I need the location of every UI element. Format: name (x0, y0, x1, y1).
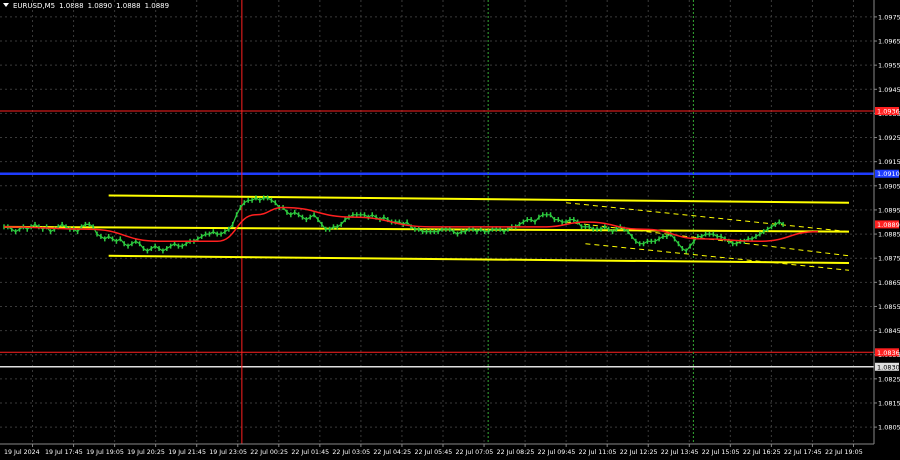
time-tick-label: 22 Jul 19:05 (825, 449, 863, 456)
price-tick-label: 1.0955 (878, 62, 900, 70)
time-tick-label: 22 Jul 05:45 (414, 449, 452, 456)
price-tick-label: 1.0865 (878, 279, 900, 287)
time-tick-label: 22 Jul 17:45 (784, 449, 822, 456)
dashed-trend-lower (585, 243, 850, 271)
channel-upper (108, 194, 850, 204)
time-tick-label: 22 Jul 08:25 (497, 449, 535, 456)
axis-frame (0, 0, 875, 445)
price-chart[interactable]: 1.09751.09651.09551.09451.09351.09251.09… (0, 0, 900, 460)
price-tick-label: 1.0885 (878, 231, 900, 239)
level-badge-label-red_top: 1.0936 (877, 108, 900, 116)
time-tick-label: 19 Jul 21:45 (168, 449, 206, 456)
price-line (4, 197, 784, 252)
time-tick-label: 22 Jul 16:25 (743, 449, 781, 456)
price-axis: 1.09751.09651.09551.09451.09351.09251.09… (874, 13, 900, 432)
time-tick-label: 22 Jul 15:05 (702, 449, 740, 456)
price-tick-label: 1.0895 (878, 206, 900, 214)
chart-grid (0, 0, 874, 444)
level-badge-label-blue: 1.0910 (877, 170, 900, 178)
price-tick-label: 1.0845 (878, 327, 900, 335)
price-tick-label: 1.0925 (878, 134, 900, 142)
price-tick-label: 1.0965 (878, 38, 900, 46)
price-tick-label: 1.0915 (878, 158, 900, 166)
level-badge-label-white: 1.0830 (877, 363, 900, 371)
time-tick-label: 22 Jul 03:05 (332, 449, 370, 456)
price-tick-label: 1.0815 (878, 399, 900, 407)
time-tick-label: 22 Jul 12:25 (620, 449, 658, 456)
time-tick-label: 22 Jul 09:45 (538, 449, 576, 456)
time-tick-label: 22 Jul 13:45 (661, 449, 699, 456)
price-tick-label: 1.0975 (878, 13, 900, 21)
price-tick-label: 1.0945 (878, 86, 900, 94)
level-badge-label-red_bottom: 1.0836 (877, 349, 900, 357)
time-tick-label: 19 Jul 20:25 (127, 449, 165, 456)
time-axis: 19 Jul 2024 19 Jul 17:45 19 Jul 19:05 19 Ju… (4, 444, 863, 456)
time-tick-label: 22 Jul 00:25 (250, 449, 288, 456)
time-tick-label: 22 Jul 04:25 (373, 449, 411, 456)
time-tick-label: 19 Jul 19:05 (86, 449, 124, 456)
time-tick-label: 22 Jul 07:05 (456, 449, 494, 456)
price-tick-label: 1.0905 (878, 182, 900, 190)
time-tick-label: 22 Jul 11:05 (579, 449, 617, 456)
price-line-group (3, 195, 784, 254)
vertical-markers (241, 0, 694, 444)
horizontal-levels (0, 110, 874, 368)
price-tick-label: 1.0855 (878, 303, 900, 311)
time-tick-label: 19 Jul 17:45 (45, 449, 83, 456)
price-tick-label: 1.0875 (878, 255, 900, 263)
time-tick-label: 22 Jul 01:45 (291, 449, 329, 456)
time-tick-label: 19 Jul 23:05 (209, 449, 247, 456)
price-tick-label: 1.0825 (878, 375, 900, 383)
time-tick-label: 19 Jul 2024 (4, 449, 40, 456)
level-badge-label-current: 1.0889 (877, 221, 900, 229)
price-tick-label: 1.0805 (878, 424, 900, 432)
